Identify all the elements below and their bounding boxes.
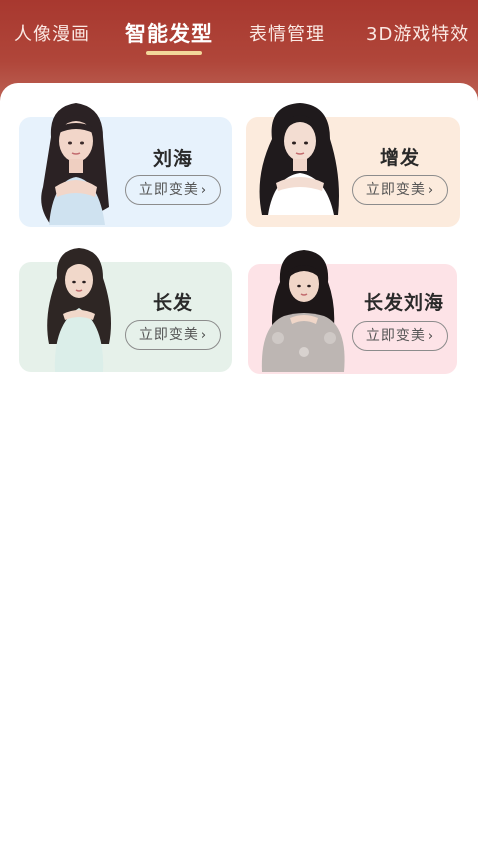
card-title: 长发 [152,292,193,314]
portrait-image [254,246,352,372]
card-beautify-button[interactable]: 立即变美 › [125,175,221,205]
button-label: 立即变美 [138,327,199,343]
card-title: 刘海 [152,148,193,170]
chevron-right-icon: › [200,328,208,343]
button-label: 立即变美 [365,328,426,344]
category-tabs: 人像漫画 智能发型 表情管理 3D游戏特效 [0,0,478,64]
hairstyle-card-long-hair-bangs[interactable]: 长发刘海 立即变美 › [248,250,457,374]
card-beautify-button[interactable]: 立即变美 › [352,175,448,205]
hairstyle-card-volume[interactable]: 增发 立即变美 › [246,103,460,227]
card-beautify-button[interactable]: 立即变美 › [352,321,448,351]
tab-portrait-comic[interactable]: 人像漫画 [14,20,90,46]
button-label: 立即变美 [365,182,426,198]
hairstyle-card-long-hair[interactable]: 长发 立即变美 › [19,248,232,372]
chevron-right-icon: › [427,183,435,198]
portrait-image [33,244,125,372]
portrait-image [31,97,121,227]
chevron-right-icon: › [427,329,435,344]
active-tab-indicator [146,51,202,55]
card-title: 增发 [379,147,420,169]
tab-3d-game-effects[interactable]: 3D游戏特效 [366,20,469,46]
card-title: 长发刘海 [363,292,444,314]
button-label: 立即变美 [138,182,199,198]
tab-expression[interactable]: 表情管理 [249,20,325,46]
tab-smart-hairstyle[interactable]: 智能发型 [125,18,213,48]
chevron-right-icon: › [200,183,208,198]
portrait-image [250,97,348,227]
hairstyle-card-bangs[interactable]: 刘海 立即变美 › [19,103,232,227]
card-beautify-button[interactable]: 立即变美 › [125,320,221,350]
